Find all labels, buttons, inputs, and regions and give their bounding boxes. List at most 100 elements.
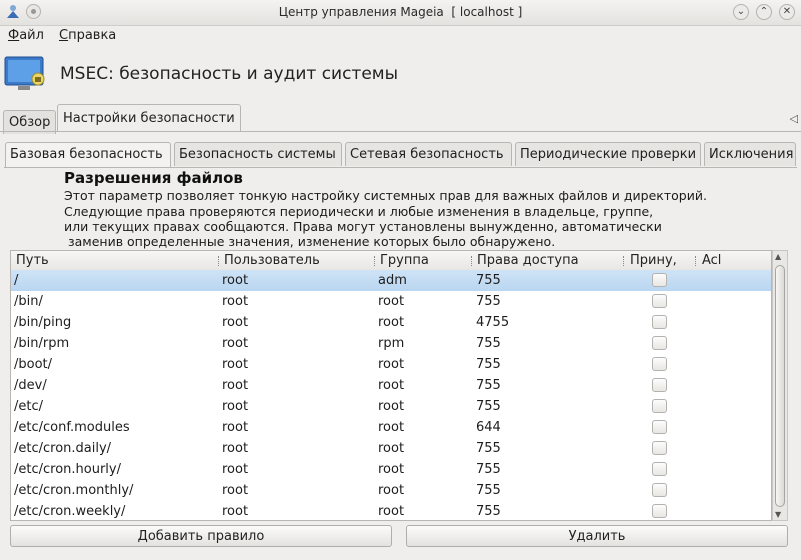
column-permissions[interactable]: Права доступа <box>477 253 579 268</box>
menu-file[interactable]: Файл <box>8 28 44 43</box>
cell-permissions: 755 <box>476 504 501 519</box>
table-row[interactable]: /bin/ping root root 4755 <box>11 312 771 333</box>
enforce-checkbox[interactable] <box>652 483 667 497</box>
cell-group: root <box>378 294 405 309</box>
minimize-button[interactable]: ⌄ <box>733 4 749 20</box>
cell-user: root <box>222 483 249 498</box>
cell-permissions: 755 <box>476 462 501 477</box>
cell-permissions: 755 <box>476 441 501 456</box>
permissions-table: Путь Пользователь Группа Права доступа П… <box>10 250 772 521</box>
page-title: MSEC: безопасность и аудит системы <box>60 64 399 84</box>
cell-group: root <box>378 357 405 372</box>
cell-permissions: 755 <box>476 357 501 372</box>
cell-group: root <box>378 483 405 498</box>
cell-path: /etc/cron.daily/ <box>14 441 112 456</box>
cell-user: root <box>222 462 249 477</box>
maximize-button[interactable]: ⌃ <box>756 4 772 20</box>
column-separator[interactable] <box>218 256 221 266</box>
table-vertical-scrollbar[interactable]: ▲ ▼ <box>772 250 788 521</box>
column-group[interactable]: Группа <box>380 253 429 268</box>
cell-user: root <box>222 336 249 351</box>
cell-group: root <box>378 399 405 414</box>
cell-user: root <box>222 504 249 519</box>
table-row[interactable]: / root adm 755 <box>11 270 771 291</box>
column-path[interactable]: Путь <box>16 253 49 268</box>
subtab-network-security[interactable]: Сетевая безопасность <box>345 142 512 166</box>
cell-group: root <box>378 378 405 393</box>
cell-group: rpm <box>378 336 405 351</box>
enforce-checkbox[interactable] <box>652 399 667 413</box>
cell-group: root <box>378 420 405 435</box>
tab-security-settings[interactable]: Настройки безопасности <box>57 104 241 132</box>
cell-group: adm <box>378 273 407 288</box>
cell-group: root <box>378 504 405 519</box>
scrollbar-thumb[interactable] <box>775 265 785 507</box>
close-button[interactable]: ✕ <box>779 4 795 20</box>
table-row[interactable]: /etc/cron.weekly/root root 755 <box>11 501 771 520</box>
enforce-checkbox[interactable] <box>652 273 667 287</box>
description-line: или текущих правах сообщаются. Права мог… <box>64 219 662 234</box>
add-rule-button[interactable]: Добавить правило <box>10 525 392 547</box>
column-user[interactable]: Пользователь <box>224 253 320 268</box>
column-enforce[interactable]: Прину, <box>630 253 677 268</box>
scroll-up-icon[interactable]: ▲ <box>775 252 781 261</box>
enforce-checkbox[interactable] <box>652 315 667 329</box>
table-row[interactable]: /bin/rpm root rpm 755 <box>11 333 771 354</box>
column-separator[interactable] <box>374 256 377 266</box>
cell-group: root <box>378 315 405 330</box>
cell-user: root <box>222 357 249 372</box>
cell-user: root <box>222 273 249 288</box>
subtab-periodic-checks[interactable]: Периодические проверки <box>515 142 701 166</box>
cell-path: /bin/ping <box>14 315 72 330</box>
column-separator[interactable] <box>623 256 626 266</box>
cell-permissions: 755 <box>476 378 501 393</box>
cell-path: /etc/cron.hourly/ <box>14 462 121 477</box>
enforce-checkbox[interactable] <box>652 357 667 371</box>
column-separator[interactable] <box>695 256 698 266</box>
enforce-checkbox[interactable] <box>652 462 667 476</box>
table-row[interactable]: /etc/cron.monthly/root root 755 <box>11 480 771 501</box>
cell-user: root <box>222 420 249 435</box>
enforce-checkbox[interactable] <box>652 378 667 392</box>
cell-path: /boot/ <box>14 357 53 372</box>
subtab-basic-security[interactable]: Базовая безопасность <box>5 142 171 168</box>
table-row[interactable]: /boot/root root 755 <box>11 354 771 375</box>
cell-user: root <box>222 399 249 414</box>
table-row[interactable]: /etc/cron.hourly/root root 755 <box>11 459 771 480</box>
menu-bar: Файл Справка <box>0 25 801 47</box>
cell-permissions: 755 <box>476 273 501 288</box>
cell-user: root <box>222 441 249 456</box>
cell-group: root <box>378 462 405 477</box>
scroll-down-icon[interactable]: ▼ <box>775 510 781 519</box>
enforce-checkbox[interactable] <box>652 336 667 350</box>
cell-permissions: 755 <box>476 483 501 498</box>
enforce-checkbox[interactable] <box>652 420 667 434</box>
delete-button[interactable]: Удалить <box>406 525 788 547</box>
description-line: Следующие права проверяются периодически… <box>64 204 654 219</box>
table-row[interactable]: /etc/root root 755 <box>11 396 771 417</box>
table-row[interactable]: /bin/root root 755 <box>11 291 771 312</box>
column-acl[interactable]: Acl <box>702 253 721 268</box>
cell-path: /etc/cron.monthly/ <box>14 483 134 498</box>
table-row[interactable]: /etc/cron.daily/root root 755 <box>11 438 771 459</box>
column-separator[interactable] <box>471 256 474 266</box>
cell-user: root <box>222 315 249 330</box>
cell-permissions: 755 <box>476 399 501 414</box>
subtab-divider <box>4 167 797 168</box>
enforce-checkbox[interactable] <box>652 504 667 518</box>
table-row[interactable]: /etc/conf.modules root root 644 <box>11 417 771 438</box>
table-header: Путь Пользователь Группа Права доступа П… <box>11 251 771 271</box>
cell-user: root <box>222 294 249 309</box>
cell-path: /etc/conf.modules <box>14 420 130 435</box>
title-bar: Центр управления Mageia [ localhost ] ⌄ … <box>0 0 801 26</box>
cell-path: /bin/rpm <box>14 336 70 351</box>
tab-scroll-left-icon[interactable]: ◁ <box>790 112 798 125</box>
cell-permissions: 4755 <box>476 315 510 330</box>
cell-path: /etc/cron.weekly/ <box>14 504 126 519</box>
subtab-system-security[interactable]: Безопасность системы <box>174 142 342 166</box>
enforce-checkbox[interactable] <box>652 441 667 455</box>
subtab-exceptions[interactable]: Исключения <box>704 142 796 166</box>
menu-help[interactable]: Справка <box>59 28 116 43</box>
enforce-checkbox[interactable] <box>652 294 667 308</box>
table-row[interactable]: /dev/root root 755 <box>11 375 771 396</box>
